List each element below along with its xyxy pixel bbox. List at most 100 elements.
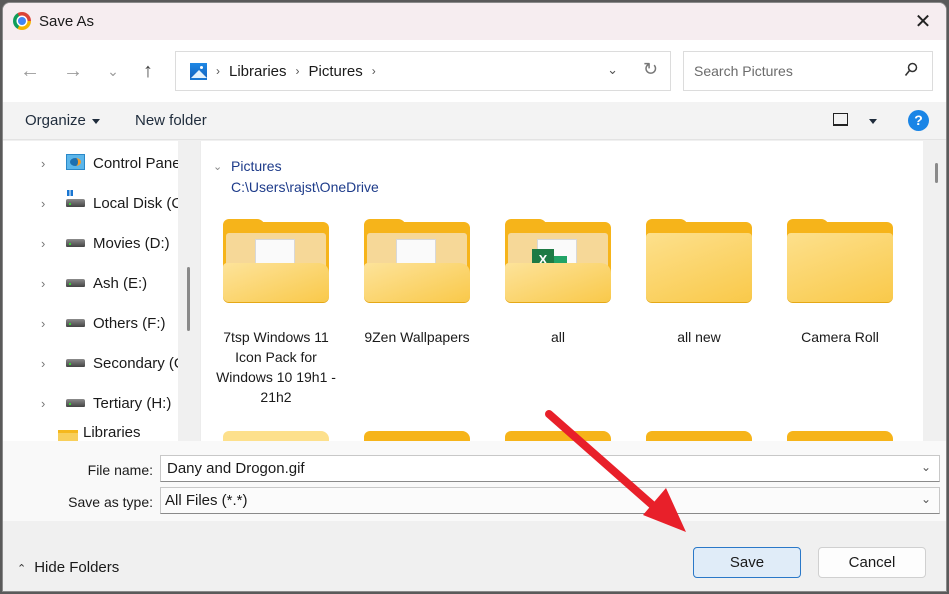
up-button[interactable]: ↑ <box>133 56 163 86</box>
save-fields: File name: ⌄ Save as type: All Files (*.… <box>3 441 946 521</box>
folder-item[interactable]: Camera Roll <box>776 219 904 347</box>
organize-label: Organize <box>25 112 86 129</box>
folder-icon[interactable] <box>223 431 329 441</box>
breadcrumb-libraries[interactable]: Libraries <box>229 63 287 80</box>
chevron-right-icon[interactable]: › <box>296 64 300 78</box>
sidebar-item-movies-d[interactable]: › Movies (D:) <box>3 228 178 258</box>
command-toolbar: Organize New folder ? <box>3 102 946 140</box>
folder-name: 7tsp Windows 11 Icon Pack for Windows 10… <box>216 329 336 405</box>
navigation-bar: ← → ⌄ ↑ › Libraries › Pictures › ⌄ ↻ <box>3 40 946 102</box>
drive-icon <box>66 239 85 247</box>
sidebar-item-label: Secondary (G:) <box>93 354 178 372</box>
sidebar-item-tertiary-h[interactable]: › Tertiary (H:) <box>3 388 178 418</box>
close-button[interactable]: ✕ <box>900 3 946 40</box>
refresh-icon[interactable]: ↻ <box>643 59 658 80</box>
excel-folder-icon: X <box>505 219 611 303</box>
chevron-right-icon[interactable]: › <box>41 396 45 411</box>
file-list-scrollbar[interactable] <box>923 141 945 441</box>
scrollbar-thumb[interactable] <box>935 163 938 183</box>
folder-icon[interactable] <box>787 431 893 441</box>
drive-icon <box>66 359 85 367</box>
file-name-input[interactable] <box>167 460 907 477</box>
dialog-title: Save As <box>39 13 95 30</box>
navigation-pane: › Control Panel › Local Disk (C:) › Movi… <box>3 141 178 441</box>
hide-folders-button[interactable]: ⌃ Hide Folders <box>17 559 119 576</box>
chevron-right-icon: › <box>216 64 220 78</box>
chevron-down-icon[interactable]: ⌄ <box>921 460 931 474</box>
save-as-type-label: Save as type: <box>68 494 153 510</box>
hide-folders-label: Hide Folders <box>34 559 120 576</box>
sidebar-item-label: Ash (E:) <box>93 274 148 292</box>
sidebar-item-libraries[interactable]: ⌄ Libraries <box>3 424 178 441</box>
breadcrumb-pictures[interactable]: Pictures <box>309 63 363 80</box>
search-box[interactable] <box>683 51 933 91</box>
search-icon[interactable] <box>904 62 918 78</box>
chevron-right-icon[interactable]: › <box>41 356 45 371</box>
file-name-label: File name: <box>87 462 153 478</box>
forward-button[interactable]: → <box>58 56 88 86</box>
sidebar-item-label: Others (F:) <box>93 314 166 332</box>
recent-locations-button[interactable]: ⌄ <box>98 56 128 86</box>
save-button[interactable]: Save <box>693 547 801 578</box>
save-as-dialog: Save As ✕ ← → ⌄ ↑ › Libraries › Pictures… <box>2 2 947 592</box>
caret-down-icon <box>91 118 100 124</box>
folder-name: 9Zen Wallpapers <box>364 329 470 345</box>
folder-icon <box>646 219 752 303</box>
windows-logo-icon <box>67 190 73 196</box>
chevron-right-icon[interactable]: › <box>372 64 376 78</box>
drive-icon <box>66 279 85 287</box>
folder-item[interactable]: 9Zen Wallpapers <box>353 219 481 347</box>
sidebar-item-control-panel[interactable]: › Control Panel <box>3 148 178 178</box>
organize-button[interactable]: Organize <box>25 112 100 129</box>
chevron-right-icon[interactable]: › <box>41 276 45 291</box>
folder-icon <box>58 430 78 441</box>
group-header-pictures[interactable]: Pictures <box>231 158 282 174</box>
folder-item[interactable]: all new <box>635 219 763 347</box>
cancel-button[interactable]: Cancel <box>818 547 926 578</box>
chevron-down-icon[interactable]: ⌄ <box>921 492 931 506</box>
sidebar-item-secondary-g[interactable]: › Secondary (G:) <box>3 348 178 378</box>
sidebar-item-label: Movies (D:) <box>93 234 170 252</box>
chevron-down-icon[interactable]: ⌄ <box>213 160 222 173</box>
open-folder-icon <box>364 219 470 303</box>
chevron-up-icon: ⌃ <box>17 563 27 575</box>
group-path: C:\Users\rajst\OneDrive <box>231 179 379 195</box>
address-dropdown-icon[interactable]: ⌄ <box>607 62 618 78</box>
sidebar-item-label: Local Disk (C:) <box>93 194 178 212</box>
chevron-right-icon[interactable]: › <box>41 236 45 251</box>
file-list: ⌄ Pictures C:\Users\rajst\OneDrive 7tsp … <box>200 141 923 441</box>
folder-item[interactable]: 7tsp Windows 11 Icon Pack for Windows 10… <box>212 219 340 407</box>
scrollbar-thumb[interactable] <box>187 267 190 331</box>
system-drive-icon <box>66 199 85 207</box>
file-name-combobox[interactable]: ⌄ <box>160 455 940 482</box>
view-mode-icon[interactable] <box>833 113 848 126</box>
drive-icon <box>66 319 85 327</box>
save-as-type-value: All Files (*.*) <box>165 492 248 509</box>
save-as-type-select[interactable]: All Files (*.*) ⌄ <box>160 487 940 514</box>
folder-icon[interactable] <box>364 431 470 441</box>
sidebar-item-others-f[interactable]: › Others (F:) <box>3 308 178 338</box>
sidebar-item-local-disk-c[interactable]: › Local Disk (C:) <box>3 188 178 218</box>
back-button[interactable]: ← <box>15 56 45 86</box>
pictures-library-icon <box>190 62 207 80</box>
control-panel-icon <box>66 154 85 170</box>
drive-icon <box>66 399 85 407</box>
title-bar: Save As ✕ <box>3 3 946 40</box>
chevron-right-icon[interactable]: › <box>41 156 45 171</box>
folder-icon[interactable] <box>505 431 611 441</box>
chevron-right-icon[interactable]: › <box>41 196 45 211</box>
navigation-pane-scrollbar[interactable] <box>178 141 198 441</box>
sidebar-item-label: Libraries <box>83 424 141 441</box>
help-icon[interactable]: ? <box>908 110 929 131</box>
new-folder-button[interactable]: New folder <box>135 112 207 129</box>
chevron-right-icon[interactable]: › <box>41 316 45 331</box>
view-options-caret-icon[interactable] <box>869 119 877 124</box>
folder-name: Camera Roll <box>801 329 879 345</box>
search-input[interactable] <box>694 63 894 79</box>
chrome-icon <box>13 12 31 30</box>
folder-icon[interactable] <box>646 431 752 441</box>
sidebar-item-label: Tertiary (H:) <box>93 394 172 412</box>
folder-item[interactable]: X all <box>494 219 622 347</box>
address-bar[interactable]: › Libraries › Pictures › ⌄ ↻ <box>175 51 671 91</box>
sidebar-item-ash-e[interactable]: › Ash (E:) <box>3 268 178 298</box>
